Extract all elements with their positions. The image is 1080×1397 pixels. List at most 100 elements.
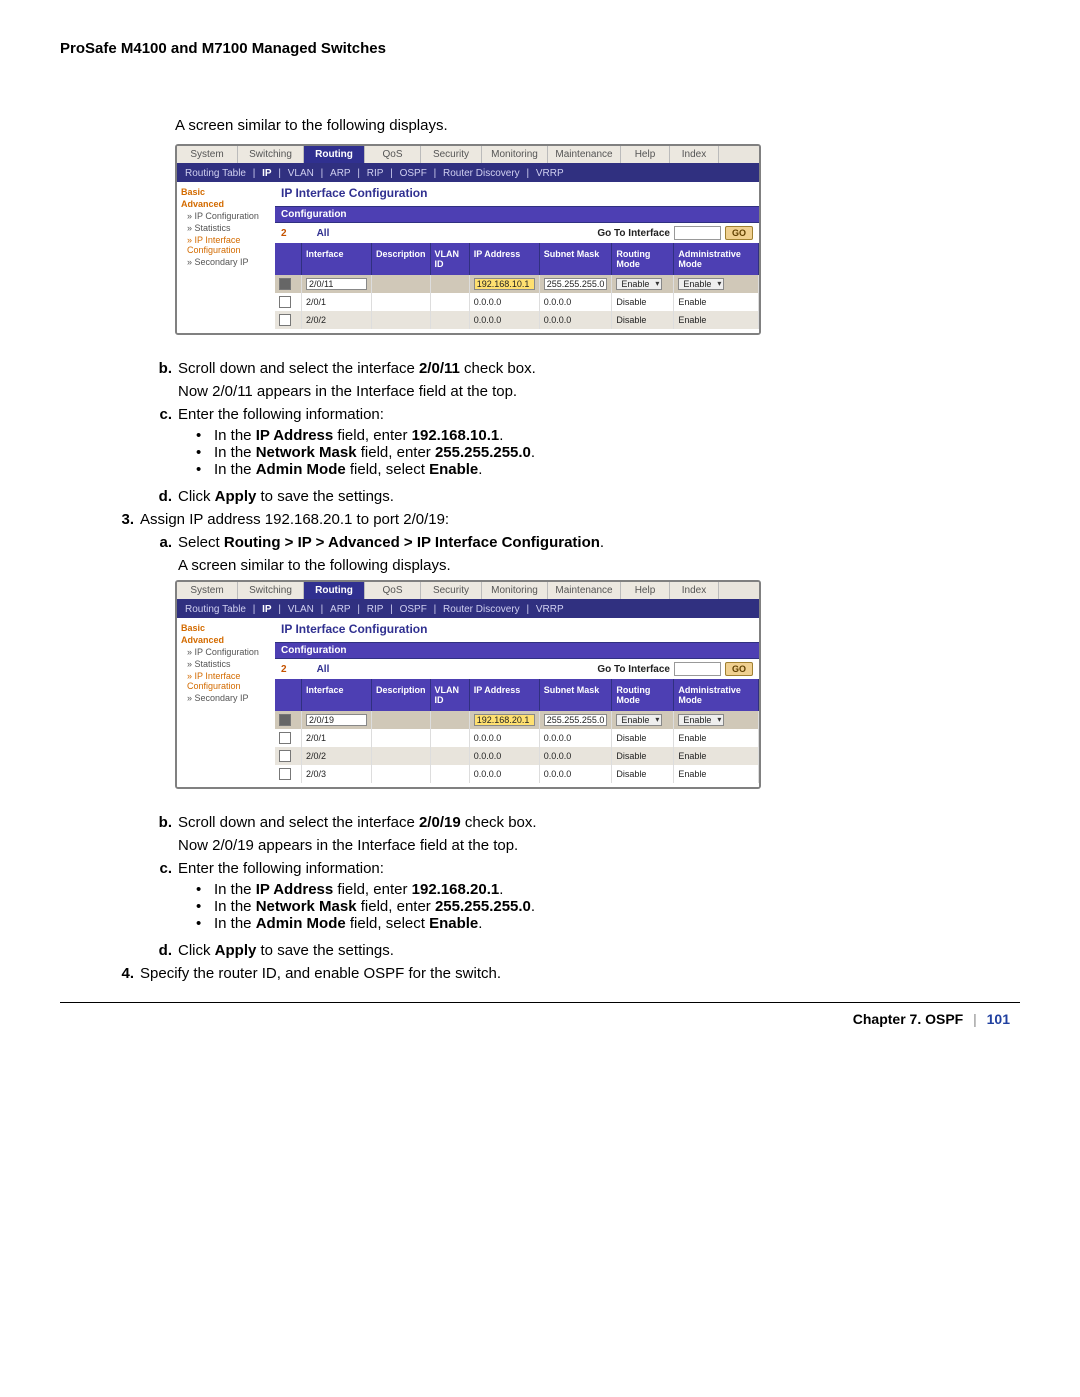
col-header: Subnet Mask bbox=[539, 243, 612, 275]
cell-rmode: Disable bbox=[612, 747, 674, 765]
subnav-router-discovery[interactable]: Router Discovery bbox=[443, 604, 520, 615]
table-row[interactable]: 2/0/10.0.0.00.0.0.0DisableEnable bbox=[275, 293, 759, 311]
subnav-vlan[interactable]: VLAN bbox=[288, 168, 314, 179]
subnav-ospf[interactable]: OSPF bbox=[400, 168, 427, 179]
tab-switching[interactable]: Switching bbox=[238, 146, 304, 163]
col-header: IP Address bbox=[469, 679, 539, 711]
nav-advanced[interactable]: Advanced bbox=[181, 634, 271, 646]
row-checkbox[interactable] bbox=[279, 750, 291, 762]
subnav-vrrp[interactable]: VRRP bbox=[536, 168, 564, 179]
tab-help[interactable]: Help bbox=[621, 146, 670, 163]
subnav-ip[interactable]: IP bbox=[262, 168, 271, 179]
nav-advanced[interactable]: Advanced bbox=[181, 198, 271, 210]
goto-label: Go To Interface bbox=[597, 664, 670, 675]
tab-help[interactable]: Help bbox=[621, 582, 670, 599]
footer-sep: | bbox=[973, 1011, 977, 1027]
tab-routing[interactable]: Routing bbox=[304, 146, 365, 163]
nav-ipiface[interactable]: » IP Interface Configuration bbox=[181, 234, 271, 256]
mask-field[interactable]: 255.255.255.0 bbox=[544, 714, 608, 726]
subnav-ospf[interactable]: OSPF bbox=[400, 604, 427, 615]
tab-maintenance[interactable]: Maintenance bbox=[548, 582, 621, 599]
filter-num[interactable]: 2 bbox=[281, 228, 287, 239]
nav-stats[interactable]: » Statistics bbox=[181, 658, 271, 670]
tab-switching[interactable]: Switching bbox=[238, 582, 304, 599]
cell-interface: 2/0/2 bbox=[302, 311, 372, 329]
routing-mode-select[interactable]: Enable bbox=[616, 278, 662, 290]
table-row[interactable]: 2/0/10.0.0.00.0.0.0DisableEnable bbox=[275, 729, 759, 747]
step-c-label: c. bbox=[142, 406, 178, 482]
row-checkbox[interactable] bbox=[279, 296, 291, 308]
interface-field[interactable]: 2/0/19 bbox=[306, 714, 367, 726]
sub-navbar: Routing Table | IP | VLAN | ARP | RIP | … bbox=[177, 601, 759, 618]
row-checkbox[interactable] bbox=[279, 714, 291, 726]
subnav-router-discovery[interactable]: Router Discovery bbox=[443, 168, 520, 179]
bullet-am: In the Admin Mode field, select Enable. bbox=[196, 915, 1020, 932]
tab-system[interactable]: System bbox=[177, 146, 238, 163]
filter-all[interactable]: All bbox=[317, 664, 330, 675]
table-row[interactable]: 2/0/19 192.168.20.1 255.255.255.0 Enable Ena… bbox=[275, 711, 759, 729]
table-row[interactable]: 2/0/30.0.0.00.0.0.0DisableEnable bbox=[275, 765, 759, 783]
filter-num[interactable]: 2 bbox=[281, 664, 287, 675]
subnav-vlan[interactable]: VLAN bbox=[288, 604, 314, 615]
nav-secip[interactable]: » Secondary IP bbox=[181, 692, 271, 704]
go-button[interactable]: GO bbox=[725, 662, 753, 676]
tab-monitoring[interactable]: Monitoring bbox=[482, 582, 548, 599]
bullet-am: In the Admin Mode field, select Enable. bbox=[196, 461, 1020, 478]
interface-field[interactable]: 2/0/11 bbox=[306, 278, 367, 290]
tab-system[interactable]: System bbox=[177, 582, 238, 599]
nav-ipconf[interactable]: » IP Configuration bbox=[181, 646, 271, 658]
step-d-text: Click Apply to save the settings. bbox=[178, 942, 1020, 959]
tab-routing[interactable]: Routing bbox=[304, 582, 365, 599]
subnav-routing-table[interactable]: Routing Table bbox=[185, 604, 246, 615]
admin-mode-select[interactable]: Enable bbox=[678, 278, 724, 290]
cell-amode: Enable bbox=[674, 765, 759, 783]
subnav-rip[interactable]: RIP bbox=[367, 604, 384, 615]
routing-mode-select[interactable]: Enable bbox=[616, 714, 662, 726]
tab-monitoring[interactable]: Monitoring bbox=[482, 146, 548, 163]
go-button[interactable]: GO bbox=[725, 226, 753, 240]
row-checkbox[interactable] bbox=[279, 278, 291, 290]
nav-ipiface[interactable]: » IP Interface Configuration bbox=[181, 670, 271, 692]
goto-input[interactable] bbox=[674, 226, 721, 240]
cell-ip: 0.0.0.0 bbox=[469, 765, 539, 783]
nav-secip[interactable]: » Secondary IP bbox=[181, 256, 271, 268]
ip-field[interactable]: 192.168.20.1 bbox=[474, 714, 535, 726]
admin-mode-select[interactable]: Enable bbox=[678, 714, 724, 726]
tab-maintenance[interactable]: Maintenance bbox=[548, 146, 621, 163]
step-b-text2: Now 2/0/19 appears in the Interface fiel… bbox=[178, 837, 1020, 854]
step-c-text: Enter the following information: In the … bbox=[178, 406, 1020, 482]
step-b-text: Scroll down and select the interface 2/0… bbox=[178, 814, 1020, 831]
row-checkbox[interactable] bbox=[279, 314, 291, 326]
nav-stats[interactable]: » Statistics bbox=[181, 222, 271, 234]
tab-index[interactable]: Index bbox=[670, 146, 719, 163]
mask-field[interactable]: 255.255.255.0 bbox=[544, 278, 608, 290]
table-row[interactable]: 2/0/20.0.0.00.0.0.0DisableEnable bbox=[275, 311, 759, 329]
subnav-arp[interactable]: ARP bbox=[330, 604, 351, 615]
row-checkbox[interactable] bbox=[279, 732, 291, 744]
nav-basic[interactable]: Basic bbox=[181, 186, 271, 198]
filter-all[interactable]: All bbox=[317, 228, 330, 239]
page-number: 101 bbox=[987, 1011, 1010, 1027]
tab-qos[interactable]: QoS bbox=[365, 582, 421, 599]
cell-rmode: Disable bbox=[612, 293, 674, 311]
tab-security[interactable]: Security bbox=[421, 582, 482, 599]
table-row[interactable]: 2/0/11 192.168.10.1 255.255.255.0 Enable Ena… bbox=[275, 275, 759, 293]
tab-security[interactable]: Security bbox=[421, 146, 482, 163]
ip-field[interactable]: 192.168.10.1 bbox=[474, 278, 535, 290]
cell-ip: 0.0.0.0 bbox=[469, 747, 539, 765]
col-header: Subnet Mask bbox=[539, 679, 612, 711]
table-row[interactable]: 2/0/20.0.0.00.0.0.0DisableEnable bbox=[275, 747, 759, 765]
nav-ipconf[interactable]: » IP Configuration bbox=[181, 210, 271, 222]
tab-index[interactable]: Index bbox=[670, 582, 719, 599]
subnav-ip[interactable]: IP bbox=[262, 604, 271, 615]
goto-input[interactable] bbox=[674, 662, 721, 676]
step-d-text: Click Apply to save the settings. bbox=[178, 488, 1020, 505]
nav-basic[interactable]: Basic bbox=[181, 622, 271, 634]
subnav-rip[interactable]: RIP bbox=[367, 168, 384, 179]
subnav-vrrp[interactable]: VRRP bbox=[536, 604, 564, 615]
subnav-arp[interactable]: ARP bbox=[330, 168, 351, 179]
subnav-routing-table[interactable]: Routing Table bbox=[185, 168, 246, 179]
tab-qos[interactable]: QoS bbox=[365, 146, 421, 163]
cell-ip: 0.0.0.0 bbox=[469, 293, 539, 311]
row-checkbox[interactable] bbox=[279, 768, 291, 780]
